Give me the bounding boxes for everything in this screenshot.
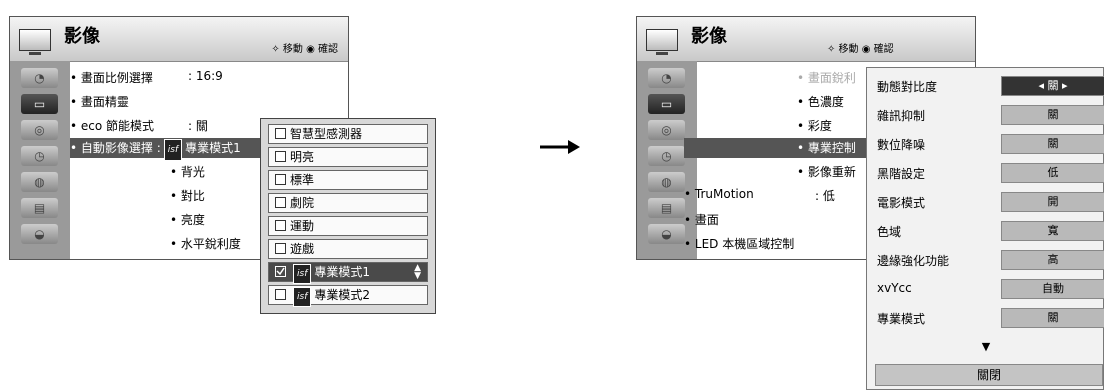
menu-item-trumotion-value: : 低 <box>815 189 835 203</box>
menu-item-brightness[interactable]: • 亮度 <box>170 211 205 228</box>
menu-item-sharpness[interactable]: • 畫面銳利 <box>797 69 856 86</box>
isf-logo: isf <box>163 139 183 161</box>
sidebar-lock-icon[interactable]: ◍ <box>21 172 58 192</box>
option-vivid[interactable]: 明亮 <box>268 147 428 167</box>
sidebar-time-icon[interactable]: ◷ <box>21 146 58 166</box>
setting-film-mode[interactable]: 電影模式開 <box>867 188 1104 216</box>
menu-item-trumotion[interactable]: • TruMotion <box>684 187 754 201</box>
panel-title: 影像 <box>64 26 100 47</box>
expert-control-panel: 動態對比度 ◂ 關 ▸ 雜訊抑制關 數位降噪關 黑階設定低 電影模式開 色域寬 邊… <box>866 67 1104 390</box>
option-cinema[interactable]: 劇院 <box>268 193 428 213</box>
option-expert2[interactable]: isf 專業模式2 <box>268 285 428 307</box>
menu-item-aspect-ratio-value: : 16:9 <box>188 69 223 83</box>
scroll-down-icon[interactable]: ▼ <box>867 340 1104 353</box>
setting-color-gamut[interactable]: 色域寬 <box>867 217 1104 245</box>
tv-icon <box>646 29 678 55</box>
right-arrow-icon <box>540 140 580 154</box>
menu-item-color[interactable]: • 色濃度 <box>797 93 844 110</box>
sidebar-setup-icon[interactable]: ◔ <box>648 68 685 88</box>
setting-value[interactable]: 低 <box>1001 163 1104 183</box>
option-intelligent-sensor[interactable]: 智慧型感測器 <box>268 124 428 144</box>
menu-item-picture-wizard[interactable]: • 畫面精靈 <box>70 93 129 110</box>
sidebar-option-icon[interactable]: ▤ <box>648 198 685 218</box>
sidebar-audio-icon[interactable]: ◎ <box>648 120 685 140</box>
checkbox-icon <box>275 220 286 231</box>
title-bar: 影像 ✧ 移動 ◉ 確認 <box>637 17 975 62</box>
sidebar-lock-icon[interactable]: ◍ <box>648 172 685 192</box>
menu-item-picture-reset[interactable]: • 影像重新 <box>797 163 856 180</box>
close-button[interactable]: 關閉 <box>875 364 1103 386</box>
setting-value[interactable]: 自動 <box>1001 279 1104 299</box>
sidebar-network-icon[interactable]: ◒ <box>648 224 685 244</box>
sidebar-time-icon[interactable]: ◷ <box>648 146 685 166</box>
menu-item-backlight[interactable]: • 背光 <box>170 163 205 180</box>
sidebar-network-icon[interactable]: ◒ <box>21 224 58 244</box>
menu-item-energy-saving[interactable]: • eco 節能模式 <box>70 117 154 134</box>
sidebar-audio-icon[interactable]: ◎ <box>21 120 58 140</box>
menu-item-contrast[interactable]: • 對比 <box>170 187 205 204</box>
option-game[interactable]: 遊戲 <box>268 239 428 259</box>
sidebar: ◔ ▭ ◎ ◷ ◍ ▤ ◒ <box>637 61 697 259</box>
title-bar: 影像 ✧ 移動 ◉ 確認 <box>10 17 348 62</box>
menu-item-energy-saving-value: : 關 <box>188 119 208 133</box>
menu-item-screen[interactable]: • 畫面 <box>684 211 719 228</box>
nav-hint: ✧ 移動 ◉ 確認 <box>271 44 338 55</box>
up-down-arrow-icon: ▲ ▼ <box>414 263 421 281</box>
sidebar-option-icon[interactable]: ▤ <box>21 198 58 218</box>
setting-dynamic-contrast[interactable]: 動態對比度 ◂ 關 ▸ <box>867 72 1104 100</box>
setting-expert-pattern[interactable]: 專業模式關 <box>867 304 1104 332</box>
setting-xvycc[interactable]: xvYcc 自動 <box>867 275 1104 303</box>
option-standard[interactable]: 標準 <box>268 170 428 190</box>
option-expert1[interactable]: isf 專業模式1 ▲ ▼ <box>268 262 428 284</box>
checkbox-icon <box>275 151 286 162</box>
setting-noise-reduction[interactable]: 雜訊抑制關 <box>867 101 1104 129</box>
panel-title: 影像 <box>691 26 727 47</box>
checkbox-icon <box>275 197 286 208</box>
setting-digital-noise-reduction[interactable]: 數位降噪關 <box>867 130 1104 158</box>
setting-edge-enhancer[interactable]: 邊緣強化功能高 <box>867 246 1104 274</box>
checkbox-icon <box>275 128 286 139</box>
picture-mode-dropdown: 智慧型感測器 明亮 標準 劇院 運動 遊戲 isf 專業模式1 ▲ ▼ isf 專業模… <box>260 118 436 314</box>
setting-value[interactable]: 寬 <box>1001 221 1104 241</box>
setting-value[interactable]: 關 <box>1001 134 1104 154</box>
tv-icon <box>19 29 51 55</box>
picture-mode-label: • 自動影像選擇 : <box>70 141 161 155</box>
picture-mode-value: 專業模式1 <box>185 141 241 155</box>
sidebar-picture-icon[interactable]: ▭ <box>21 94 58 114</box>
checkbox-icon <box>275 243 286 254</box>
setting-value[interactable]: 關 <box>1001 105 1104 125</box>
setting-value[interactable]: ◂ 關 ▸ <box>1001 76 1104 96</box>
isf-logo: isf <box>293 287 312 307</box>
menu-item-h-sharpness[interactable]: • 水平銳利度 <box>170 235 241 252</box>
menu-item-led-local-dimming[interactable]: • LED 本機區域控制 <box>684 235 794 252</box>
setting-black-level[interactable]: 黑階設定低 <box>867 159 1104 187</box>
sidebar-setup-icon[interactable]: ◔ <box>21 68 58 88</box>
setting-value[interactable]: 開 <box>1001 192 1104 212</box>
nav-hint: ✧ 移動 ◉ 確認 <box>827 44 894 55</box>
menu-item-tint[interactable]: • 彩度 <box>797 117 832 134</box>
setting-value[interactable]: 關 <box>1001 308 1104 328</box>
sidebar-picture-icon[interactable]: ▭ <box>648 94 685 114</box>
option-sport[interactable]: 運動 <box>268 216 428 236</box>
checkbox-icon <box>275 289 286 300</box>
checked-checkbox-icon <box>275 266 286 277</box>
checkbox-icon <box>275 174 286 185</box>
setting-value[interactable]: 高 <box>1001 250 1104 270</box>
menu-item-picture-mode[interactable]: • 自動影像選擇 : isf 專業模式1 <box>70 138 265 161</box>
menu-item-expert-control[interactable]: • 專業控制 <box>684 138 867 158</box>
sidebar: ◔ ▭ ◎ ◷ ◍ ▤ ◒ <box>10 61 70 259</box>
isf-logo: isf <box>293 264 312 284</box>
